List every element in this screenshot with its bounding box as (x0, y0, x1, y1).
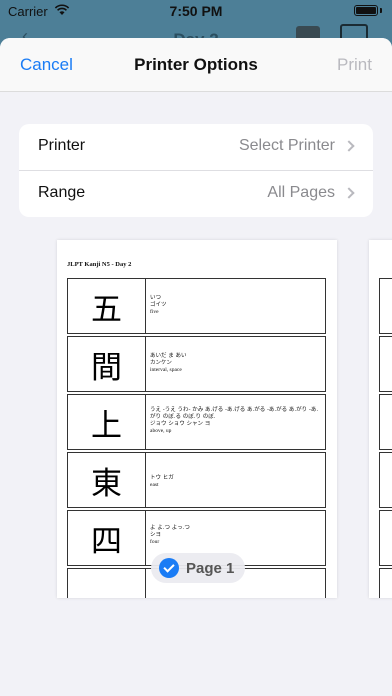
next-page-preview[interactable] (369, 240, 392, 598)
table-row (379, 278, 392, 334)
sheet-title: Printer Options (134, 55, 258, 74)
kanji-info: よ よ.つ よっ.つ シヨ four (150, 525, 322, 546)
table-row: 五 いつ ゴイツ five (67, 278, 326, 334)
meaning: four (150, 539, 160, 545)
table-row (379, 336, 392, 392)
kanji-cell: 上 (68, 395, 146, 449)
chevron-right-icon (343, 140, 355, 152)
kanji-cell: 東 (68, 453, 146, 507)
on-reading: ゴイツ (150, 302, 167, 308)
kanji-cell (68, 569, 146, 598)
table-row (379, 394, 392, 450)
kun-reading: うえ -うえ うわ- かみ あ.げる -あ.げる あ.がる -あ.がる あ.がり… (150, 407, 319, 420)
kanji-cell: 五 (68, 279, 146, 333)
sheet-header: Cancel Printer Options Print (0, 38, 392, 92)
options-card: Printer Select Printer Range All Pages (19, 124, 373, 217)
battery-icon (354, 5, 378, 16)
kanji-cell: 四 (68, 511, 146, 565)
kun-reading: いつ (150, 295, 162, 301)
option-label: Range (38, 184, 86, 201)
page-label: Page 1 (186, 560, 235, 577)
option-value: All Pages (267, 184, 335, 201)
on-reading: ジョウ ショウ シャン ヨ (150, 421, 211, 427)
table-row (379, 452, 392, 508)
option-printer[interactable]: Printer Select Printer (19, 124, 373, 170)
page-selection-badge[interactable]: Page 1 (151, 553, 245, 583)
meaning: east (150, 482, 159, 488)
meaning: interval, space (150, 367, 182, 373)
kanji-info: いつ ゴイツ five (150, 295, 322, 316)
table-row: 間 あいだ ま あい カンケン interval, space (67, 336, 326, 392)
table-row (379, 568, 392, 598)
status-bar: Carrier 7:50 PM (0, 0, 392, 22)
print-button[interactable]: Print (337, 55, 372, 75)
table-row: 上 うえ -うえ うわ- かみ あ.げる -あ.げる あ.がる -あ.がる あ.… (67, 394, 326, 450)
option-range[interactable]: Range All Pages (19, 170, 373, 216)
meaning: five (150, 309, 159, 315)
page-preview[interactable]: JLPT Kanji N5 - Day 2 五 いつ ゴイツ five 間 あい… (57, 240, 337, 598)
battery-nub (380, 8, 382, 13)
kun-reading: よ よ.つ よっ.つ (150, 525, 190, 531)
kanji-cell: 間 (68, 337, 146, 391)
kun-reading: トウ ヒガ (150, 475, 174, 481)
on-reading: シヨ (150, 532, 162, 538)
table-row (379, 510, 392, 566)
option-value: Select Printer (238, 137, 335, 154)
option-label: Printer (38, 137, 86, 154)
kun-reading: あいだ ま あい (150, 353, 187, 359)
status-time: 7:50 PM (169, 3, 223, 19)
chevron-right-icon (343, 187, 355, 199)
kanji-info: あいだ ま あい カンケン interval, space (150, 353, 322, 374)
kanji-info: トウ ヒガ east (150, 475, 322, 489)
page-heading: JLPT Kanji N5 - Day 2 (67, 261, 132, 268)
table-row: 東 トウ ヒガ east (67, 452, 326, 508)
kanji-info: うえ -うえ うわ- かみ あ.げる -あ.げる あ.がる -あ.がる あ.がり… (150, 407, 322, 435)
checkmark-icon (159, 558, 179, 578)
meaning: above, up (150, 428, 172, 434)
on-reading: カンケン (150, 360, 172, 366)
